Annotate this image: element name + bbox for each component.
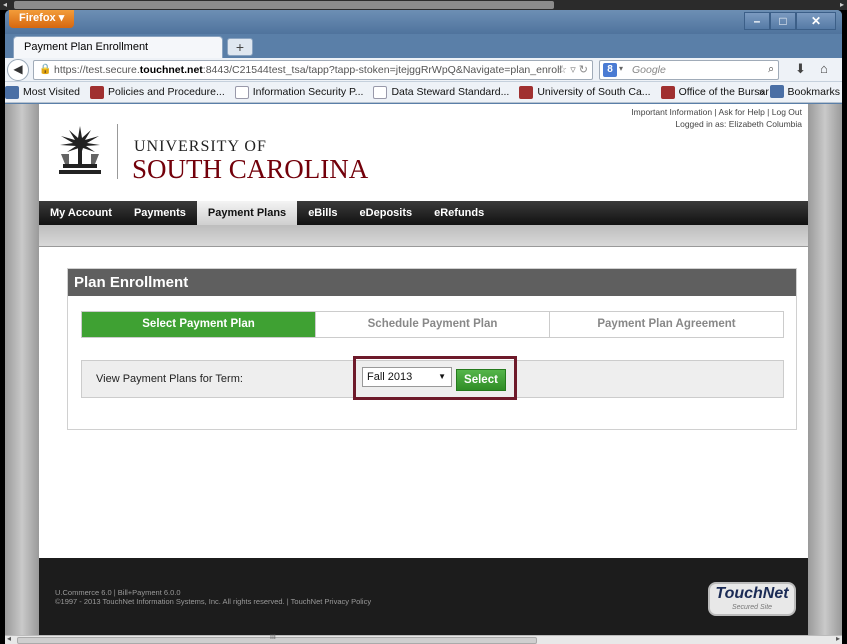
nav-edeposits[interactable]: eDeposits — [349, 201, 424, 225]
background-scrollbar: ◂ ▸ — [0, 0, 847, 10]
bookmark-folder-icon — [5, 85, 19, 99]
plan-enrollment-panel: Plan Enrollment Select Payment Plan Sche… — [67, 268, 797, 430]
chevron-down-icon: ▼ — [438, 372, 446, 381]
download-icon[interactable]: ⬇ — [795, 61, 806, 77]
bookmarks-icon — [770, 85, 785, 98]
maximize-icon[interactable]: □ — [770, 12, 796, 30]
step-select-payment-plan: Select Payment Plan — [82, 312, 316, 337]
term-selection-row: View Payment Plans for Term: Fall 2013 ▼… — [81, 356, 784, 400]
scroll-left-arrow-icon: ◂ — [3, 0, 8, 9]
scroll-right-arrow-icon: ▸ — [839, 0, 844, 9]
page-icon — [373, 85, 388, 99]
header-top-links: Important Information | Ask for Help | L… — [631, 106, 802, 130]
page-background-right — [808, 104, 842, 635]
term-select[interactable]: Fall 2013 ▼ — [362, 367, 452, 387]
nav-erefunds[interactable]: eRefunds — [423, 201, 495, 225]
sub-navigation-bar — [39, 225, 808, 247]
chevron-down-icon[interactable]: ▾ — [619, 64, 623, 73]
select-button[interactable]: Select — [456, 369, 506, 391]
navigation-bar: ◀ 🔒 https://test.secure.touchnet.net:844… — [5, 58, 842, 82]
scroll-left-arrow-icon[interactable]: ◂ — [7, 634, 11, 643]
search-icon[interactable]: ⌕ — [768, 63, 774, 76]
bookmarks-toolbar: Most Visited Policies and Procedure... I… — [5, 82, 842, 103]
bookmark-label: Data Steward Standard... — [391, 86, 510, 98]
lock-icon: 🔒 — [39, 64, 52, 75]
nav-ebills[interactable]: eBills — [297, 201, 348, 225]
tab-strip: Payment Plan Enrollment + — [5, 34, 842, 58]
firefox-menu-button[interactable]: Firefox ▾ — [9, 10, 75, 28]
bookmark-policies[interactable]: Policies and Procedure... — [90, 85, 225, 99]
address-bar[interactable]: 🔒 https://test.secure.touchnet.net:8443/… — [33, 60, 593, 80]
south-carolina-wordmark: SOUTH CAROLINA — [132, 154, 369, 184]
nav-my-account[interactable]: My Account — [39, 201, 123, 225]
window-controls: – □ ✕ — [744, 12, 836, 30]
back-arrow-icon[interactable]: ◀ — [7, 59, 29, 81]
bookmark-label: Information Security P... — [252, 86, 364, 98]
usc-favicon-icon — [90, 85, 104, 99]
google-engine-icon[interactable]: 8 — [603, 63, 617, 77]
background-scroll-thumb — [14, 1, 554, 9]
footer-text: U.Commerce 6.0 | Bill+Payment 6.0.0 ©199… — [55, 588, 371, 606]
touchnet-secured-logo: TouchNet Secured Site — [708, 582, 796, 616]
new-tab-button[interactable]: + — [227, 38, 253, 56]
search-input[interactable]: 8 ▾ Google ⌕ — [599, 60, 779, 80]
page-viewport: UNIVERSITY OF SOUTH CAROLINA Important I… — [5, 104, 842, 635]
browser-window: Firefox ▾ – □ ✕ Payment Plan Enrollment … — [5, 10, 842, 644]
bookmarks-menu[interactable]: » Bookmarks — [759, 85, 840, 98]
main-navigation: My Account Payments Payment Plans eBills… — [39, 201, 808, 225]
close-icon[interactable]: ✕ — [796, 12, 836, 30]
bookmark-usc[interactable]: University of South Ca... — [519, 85, 651, 99]
url-suffix: :8443/C21544test_tsa/tapp?tapp-stoken=jt… — [202, 64, 562, 76]
search-placeholder: Google — [632, 64, 666, 76]
logged-in-user: Logged in as: Elizabeth Columbia — [675, 119, 802, 129]
usc-favicon-icon — [519, 85, 534, 99]
url-action-icons: ☆ ▿ ↻ — [557, 64, 588, 76]
footer-version: U.Commerce 6.0 | Bill+Payment 6.0.0 — [55, 588, 181, 597]
nav-payment-plans[interactable]: Payment Plans — [196, 201, 298, 225]
usc-favicon-icon — [660, 85, 675, 99]
secured-site-text: Secured Site — [731, 604, 773, 611]
bookmark-data-steward[interactable]: Data Steward Standard... — [373, 85, 510, 99]
horizontal-scrollbar[interactable]: ◂ III ▸ — [5, 634, 842, 644]
site-header: UNIVERSITY OF SOUTH CAROLINA Important I… — [39, 104, 808, 199]
panel-title: Plan Enrollment — [68, 269, 796, 296]
bookmark-bursar[interactable]: Office of the Bursar — [660, 85, 769, 99]
bookmark-label: Policies and Procedure... — [108, 86, 225, 98]
url-prefix: https://test.secure. — [54, 64, 140, 76]
scroll-thumb[interactable] — [17, 637, 537, 644]
page-content: UNIVERSITY OF SOUTH CAROLINA Important I… — [39, 104, 808, 635]
bookmark-label: University of South Ca... — [537, 86, 651, 98]
minimize-icon[interactable]: – — [744, 12, 770, 30]
home-icon[interactable]: ⌂ — [820, 61, 828, 76]
title-bar: Firefox ▾ – □ ✕ — [5, 10, 842, 34]
bookmarks-menu-label: Bookmarks — [787, 85, 840, 98]
nav-payments[interactable]: Payments — [123, 201, 197, 225]
step-payment-plan-agreement: Payment Plan Agreement — [550, 312, 783, 337]
tab-payment-plan-enrollment[interactable]: Payment Plan Enrollment — [13, 36, 223, 58]
scroll-right-arrow-icon[interactable]: ▸ — [836, 634, 840, 643]
footer-copyright[interactable]: ©1997 - 2013 TouchNet Information System… — [55, 597, 371, 606]
step-schedule-payment-plan: Schedule Payment Plan — [316, 312, 550, 337]
site-footer: U.Commerce 6.0 | Bill+Payment 6.0.0 ©199… — [39, 558, 808, 635]
term-select-value: Fall 2013 — [367, 371, 413, 383]
overflow-chevron-icon[interactable]: » — [759, 86, 765, 98]
logo-divider — [117, 124, 118, 179]
utility-links[interactable]: Important Information | Ask for Help | L… — [631, 106, 802, 118]
url-domain: touchnet.net — [139, 64, 203, 76]
term-label: View Payment Plans for Term: — [96, 373, 243, 385]
bookmark-label: Most Visited — [23, 86, 80, 98]
scroll-grip-icon: III — [270, 634, 276, 641]
page-icon — [234, 85, 249, 99]
bookmark-most-visited[interactable]: Most Visited — [5, 85, 80, 99]
bookmark-info-security[interactable]: Information Security P... — [234, 85, 364, 99]
touchnet-logo-text: TouchNet — [715, 585, 789, 602]
palmetto-logo-icon — [59, 126, 101, 174]
page-background-left — [5, 104, 39, 635]
bookmark-label: Office of the Bursar — [678, 86, 769, 98]
enrollment-steps: Select Payment Plan Schedule Payment Pla… — [81, 311, 784, 338]
